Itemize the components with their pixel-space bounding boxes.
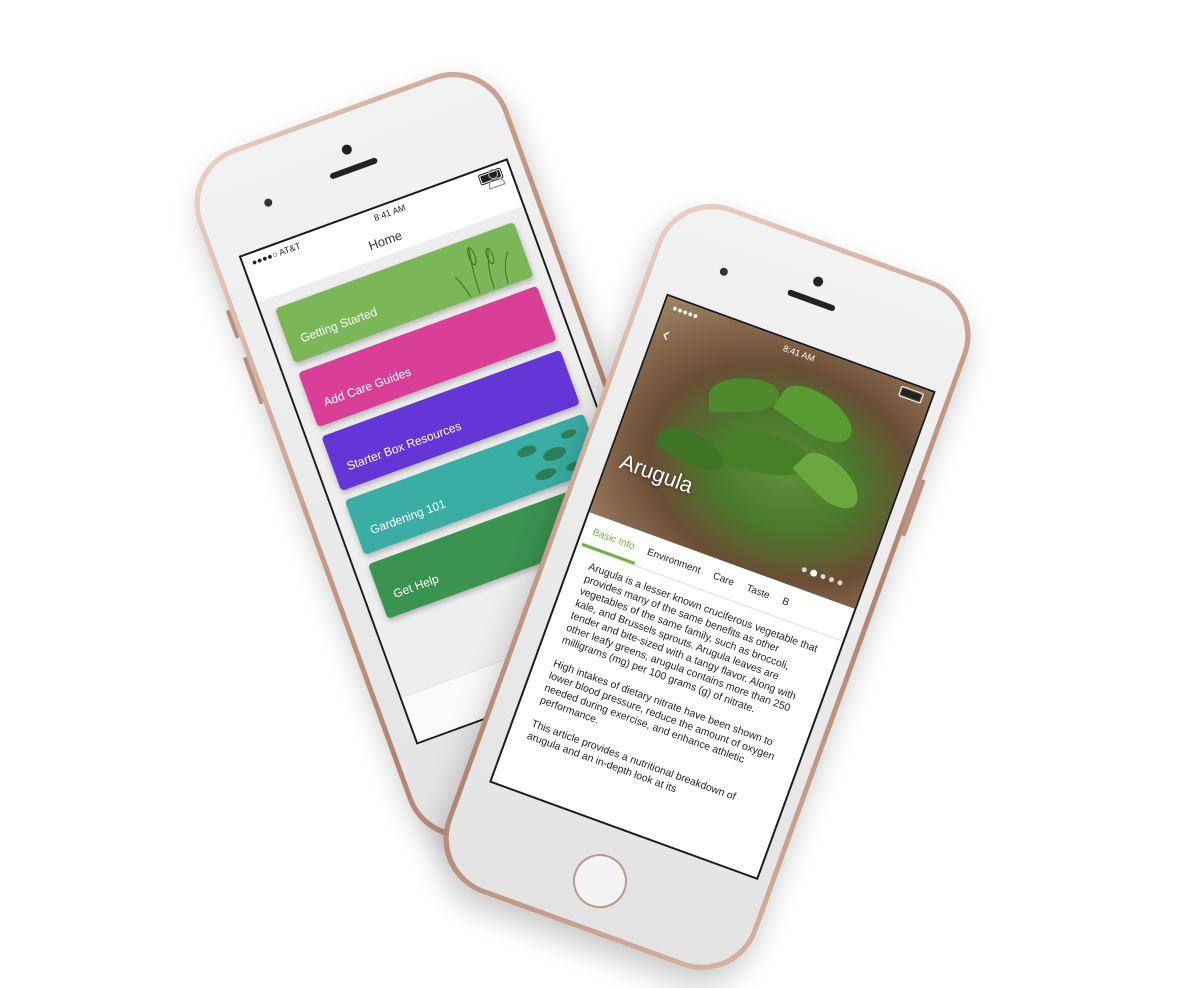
card-label: Add Care Guides	[321, 364, 413, 410]
card-label: Get Help	[391, 571, 441, 601]
front-camera	[811, 275, 825, 289]
battery-icon	[898, 384, 925, 404]
tab-care[interactable]: Care	[708, 561, 739, 598]
arugula-leaf	[708, 378, 779, 413]
tab-more[interactable]: B	[777, 586, 794, 617]
back-arrow-icon[interactable]: ‹	[659, 323, 673, 347]
signal-icon: ●●●●●	[670, 302, 700, 322]
proximity-sensor	[263, 197, 274, 208]
carousel-dots[interactable]	[801, 566, 844, 587]
tab-taste[interactable]: Taste	[742, 573, 775, 610]
earpiece-speaker	[786, 289, 836, 312]
page-title: Home	[366, 227, 404, 253]
card-label: Getting Started	[298, 304, 380, 346]
home-button[interactable]	[565, 846, 635, 916]
front-camera	[340, 143, 354, 157]
earpiece-speaker	[329, 157, 379, 180]
proximity-sensor	[718, 266, 729, 277]
status-time: 8:41 AM	[781, 343, 817, 364]
card-label: Gardening 101	[368, 496, 448, 538]
